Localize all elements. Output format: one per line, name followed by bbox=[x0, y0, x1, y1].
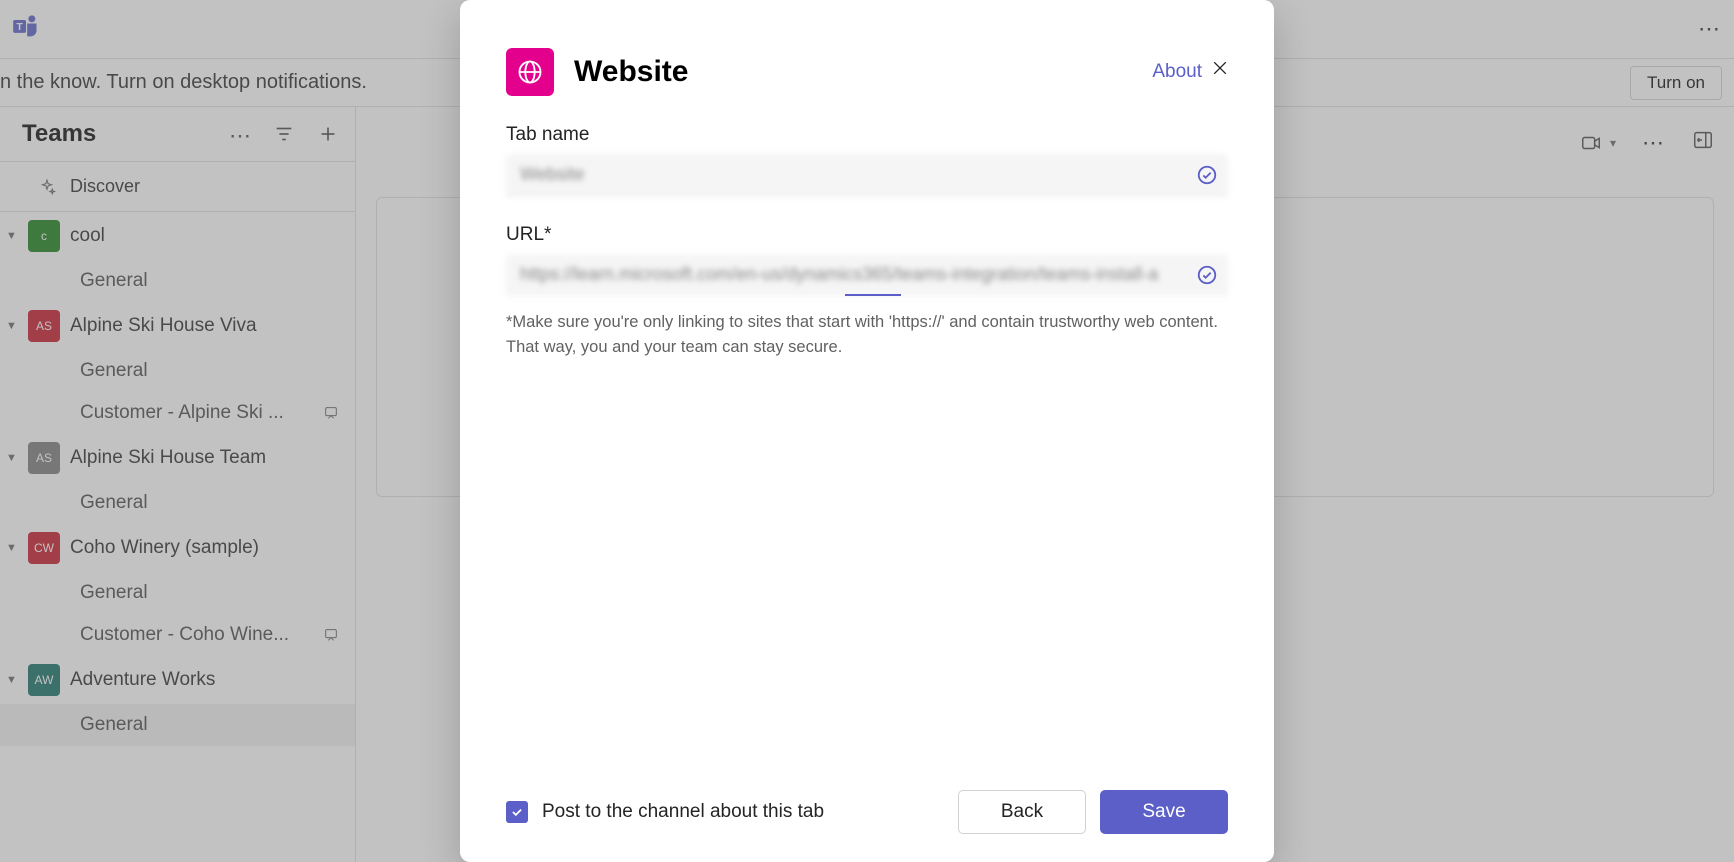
url-label: URL* bbox=[506, 224, 1228, 246]
check-circle-icon bbox=[1196, 164, 1218, 186]
save-button[interactable]: Save bbox=[1100, 790, 1228, 834]
about-link[interactable]: About bbox=[1152, 61, 1202, 83]
tab-name-label: Tab name bbox=[506, 124, 1228, 146]
modal-overlay: Website About Tab name URL* *Make sure y… bbox=[0, 0, 1734, 862]
focus-underline bbox=[845, 294, 901, 296]
url-helper-text: *Make sure you're only linking to sites … bbox=[506, 310, 1228, 360]
globe-icon bbox=[506, 48, 554, 96]
url-input[interactable] bbox=[506, 254, 1228, 296]
post-channel-label: Post to the channel about this tab bbox=[542, 801, 944, 823]
tab-name-input[interactable] bbox=[506, 154, 1228, 196]
check-circle-icon bbox=[1196, 264, 1218, 286]
post-channel-checkbox[interactable] bbox=[506, 801, 528, 823]
dialog-title: Website bbox=[574, 55, 1132, 89]
close-icon[interactable] bbox=[1210, 58, 1230, 78]
add-tab-dialog: Website About Tab name URL* *Make sure y… bbox=[460, 0, 1274, 862]
back-button[interactable]: Back bbox=[958, 790, 1086, 834]
